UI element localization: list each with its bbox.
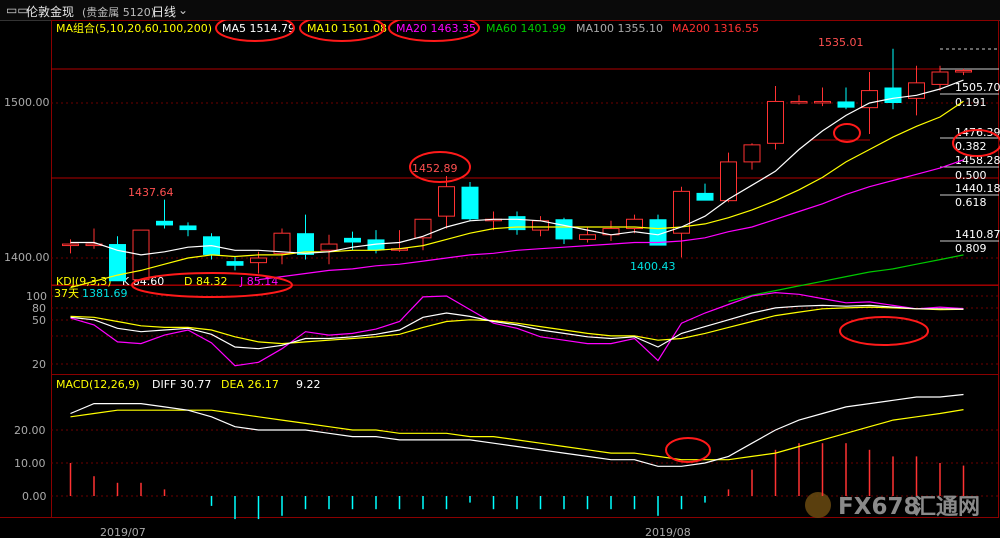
days-count-label: 37天 [54,287,79,300]
fib-ratio-label: 0.618 [955,196,987,209]
candle-body-down [461,186,479,220]
candle-body-down [837,101,855,108]
stock-chart: 1500.00 1400.00 MA组合(5,10,20,60,100,200)… [0,20,1000,538]
watermark-cn: 汇通网 [914,495,980,520]
high-price-label: 1535.01 [818,36,864,49]
ma200-legend: MA200 1316.55 [672,22,759,35]
candle-body-up [720,161,737,202]
candle-body-down [696,192,714,201]
candle-body-down [884,87,902,103]
ma-legend-title[interactable]: MA组合(5,10,20,60,100,200) [56,21,212,35]
watermark-logo-icon [805,492,831,518]
ma60-legend: MA60 1401.99 [486,22,566,35]
candle-body-up [320,243,338,251]
macd-axis-tick: 10.00 [14,457,46,470]
peak-price-label: 1452.89 [412,162,458,175]
watermark-brand: FX678 [838,494,919,520]
instrument-meta: (贵金属 5120) [82,6,156,19]
kdj-d-label: D 84.32 [184,275,227,288]
candle-body-down [179,225,197,231]
candle-body-up [438,186,455,217]
macd-dea-line [70,409,964,461]
candle-body-up [579,234,596,240]
candle-body-up [790,100,808,104]
kdj-title[interactable]: KDJ(9,3,3) [56,275,112,288]
candle-body-down [226,261,244,266]
ma100-legend: MA100 1355.10 [576,22,663,35]
kdj-axis-tick: 50 [32,314,46,327]
kdj-k-line [70,304,964,350]
fib-ratio-label: 0.191 [955,96,987,109]
candle-body-up [62,243,79,247]
annotation-circle [839,316,929,346]
macd-title[interactable]: MACD(12,26,9) [56,378,140,391]
ma20-legend: MA20 1463.35 [396,22,476,35]
date-label: 2019/08 [645,526,691,538]
chart-frame [51,20,999,518]
candle-body-up [414,218,432,239]
chevron-down-icon[interactable]: ⌄ [178,3,188,17]
ma5-legend: MA5 1514.79 [222,22,295,35]
days-price-label: 1381.69 [82,287,128,300]
period-selector[interactable]: 日线 [152,3,176,20]
instrument-name: 伦敦金现 [26,5,75,19]
candle-body-up [767,100,784,144]
fib-ratio-label: 0.809 [955,242,987,255]
macd-axis-tick: 0.00 [22,490,47,503]
macd-dea-label: DEA 26.17 [221,378,279,391]
candle-body-up [931,71,949,85]
low-price-label: 1400.43 [630,260,676,273]
candle-body-down [508,216,526,231]
fib-price-label: 1440.18 [955,182,1000,195]
candle-body-up [250,257,267,264]
title-bar: ▭▭ 伦敦金现 (贵金属 5120) 日线 ⌄ [0,0,1000,21]
candle-body-down [156,220,173,226]
candle-body-up [814,100,831,104]
fib-price-label: 1410.87 [955,228,1000,241]
candle-body-up [955,69,972,73]
date-label: 2019/07 [100,526,146,538]
macd-diff-label: DIFF 30.77 [152,378,211,391]
candle-body-down [555,219,573,240]
annotation-circle [833,123,861,143]
fib-ratio-label: 0.500 [955,169,987,182]
candle-body-down [344,237,361,243]
fib-price-label: 1505.70 [955,81,1000,94]
price-axis-tick: 1500.00 [4,96,50,109]
ma10-line [70,100,964,289]
ma10-legend: MA10 1501.08 [307,22,387,35]
peak-price-label: 1437.64 [128,186,174,199]
candle-body-up [743,144,761,163]
macd-value-label: 9.22 [296,378,321,391]
kdj-axis-tick: 20 [32,358,46,371]
candle-body-up [861,90,878,109]
macd-axis-tick: 20.00 [14,424,46,437]
candle-body-up [273,232,291,254]
price-axis-tick: 1400.00 [4,251,50,264]
annotation-circle [665,437,711,463]
